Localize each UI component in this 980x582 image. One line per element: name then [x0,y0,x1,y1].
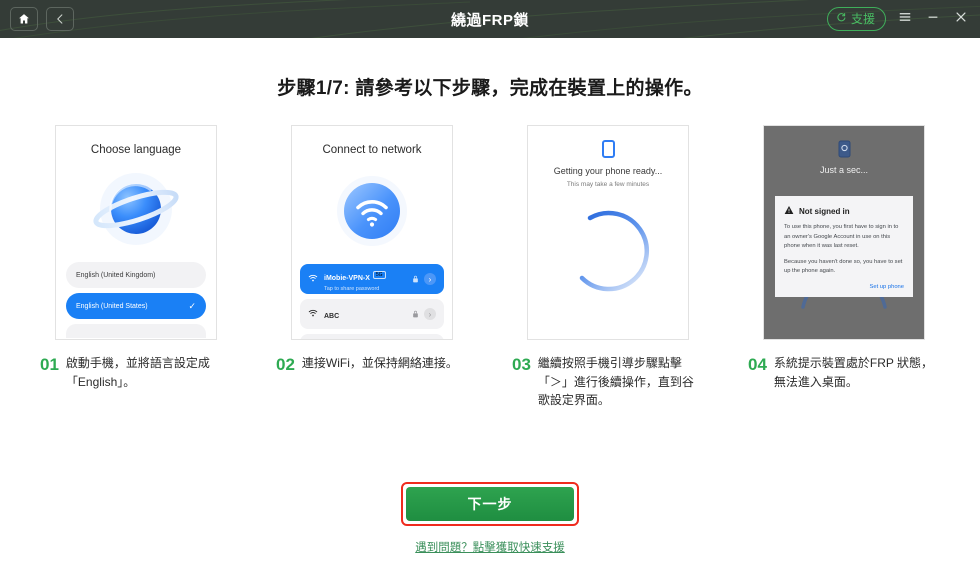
phone-lock-icon [764,140,924,158]
minimize-icon [926,10,940,29]
lock-icon [412,305,419,323]
step-captions-row: 01 啟動手機，並將語言設定成「English」。 02 連接WiFi，並保持網… [0,354,980,410]
card-getting-ready: Getting your phone ready... This may tak… [527,125,689,340]
quick-support-link[interactable]: 遇到問題？點擊獲取快速支援 [415,539,565,555]
language-option-selected[interactable]: English (United States) ✓ [66,293,206,319]
nav-button-group [10,7,74,31]
card-title: Choose language [90,144,182,156]
step-caption-3: 03 繼續按照手機引導步驟點擊「＞」進行後續操作，直到谷歌設定界面。 [512,354,704,410]
home-icon [18,13,30,25]
network-actions: › [412,270,436,288]
loading-spinner-icon [528,206,688,302]
next-button[interactable]: 下一步 [406,486,574,521]
card-title: Getting your phone ready... [553,166,663,176]
card-connect-network: Connect to network iMobie-VPN-X 5G Tap t… [291,125,453,340]
card-title: Just a sec... [819,165,869,175]
support-button[interactable]: 支援 [826,7,886,31]
dialog-paragraph-1: To use this phone, you first have to sig… [784,224,899,250]
check-icon: ✓ [188,300,196,311]
network-info: ABC [324,305,412,323]
card-subtitle: This may take a few minutes [566,181,650,188]
language-option-list: English (United Kingdom) English (United… [66,262,206,338]
step-cards-row: Choose language English (United Kingdom)… [0,125,980,340]
card-column-3: Getting your phone ready... This may tak… [512,125,704,340]
step-number: 03 [512,355,531,374]
menu-button[interactable] [896,10,914,28]
not-signed-in-dialog: Not signed in To use this phone, you fir… [775,196,913,297]
chevron-left-icon [54,13,66,25]
title-bar: 繞過FRP鎖 支援 [0,0,980,38]
network-subtitle: Tap to share password [324,285,380,292]
network-item-partial[interactable] [300,334,444,339]
step-number: 02 [276,355,295,374]
step-number: 04 [748,355,767,374]
lock-icon [412,270,419,288]
step-caption-1: 01 啟動手機，並將語言設定成「English」。 [40,354,232,410]
refresh-circle-icon [836,12,847,26]
chevron-right-icon[interactable]: › [424,273,436,285]
network-badge: 5G [372,271,386,280]
minimize-button[interactable] [924,10,942,28]
back-button[interactable] [46,7,74,31]
next-button-highlight: 下一步 [401,481,579,526]
dialog-paragraph-2: Because you haven't done so, you have to… [784,258,903,275]
card-column-2: Connect to network iMobie-VPN-X 5G Tap t… [276,125,468,340]
support-label: 支援 [850,12,875,26]
card-title: Connect to network [322,144,422,156]
network-list: iMobie-VPN-X5G Tap to share password › [300,264,444,339]
wifi-icon [308,305,318,323]
page-title: 步驟1/7: 請參考以下步驟，完成在裝置上的操作。 [277,78,703,99]
close-button[interactable] [952,10,970,28]
language-label: English (United Kingdom) [76,271,156,279]
language-option[interactable]: English (United Kingdom) [66,262,206,288]
dialog-header: Not signed in [784,205,904,217]
language-label: English (United States) [76,302,148,310]
hamburger-menu-icon [898,10,912,29]
wifi-circle-icon [292,172,452,250]
network-item[interactable]: ABC › [300,299,444,329]
language-option-partial[interactable] [66,324,206,338]
close-icon [954,10,968,29]
step-text: 連接WiFi，並保持網絡連接。 [301,356,458,370]
dialog-title: Not signed in [799,206,850,216]
network-name-row: iMobie-VPN-X 5G [324,267,412,285]
card-column-4: Just a sec... Not signed in To use this … [748,125,940,340]
card-choose-language: Choose language English (United Kingdom)… [55,125,217,340]
card-not-signed-in: Just a sec... Not signed in To use this … [763,125,925,340]
chevron-right-icon[interactable]: › [424,308,436,320]
step-text: 繼續按照手機引導步驟點擊「＞」進行後續操作，直到谷歌設定界面。 [537,356,694,408]
titlebar-right-controls: 支援 [826,0,970,38]
step-caption-4: 04 系統提示裝置處於FRP 狀態，無法進入桌面。 [748,354,940,410]
network-actions: › [412,305,436,323]
network-item-selected[interactable]: iMobie-VPN-X 5G Tap to share password › [300,264,444,294]
phone-icon [528,140,688,158]
globe-planet-icon [56,170,216,248]
set-up-phone-button[interactable]: Set up phone [784,284,905,290]
network-info: iMobie-VPN-X 5G Tap to share password [324,267,412,292]
step-text: 啟動手機，並將語言設定成「English」。 [65,356,210,389]
home-button[interactable] [10,7,38,31]
step-number: 01 [40,355,59,374]
warning-triangle-icon [784,205,794,217]
card-column-1: Choose language English (United Kingdom)… [40,125,232,340]
wifi-icon [308,270,318,288]
footer-actions: 下一步 遇到問題？點擊獲取快速支援 [0,481,980,555]
network-name: iMobie-VPN-X [324,274,370,282]
step-caption-2: 02 連接WiFi，並保持網絡連接。 [276,354,468,410]
network-name: ABC [324,313,340,320]
dialog-body: To use this phone, you first have to sig… [784,223,904,277]
step-text: 系統提示裝置處於FRP 狀態，無法進入桌面。 [773,356,934,389]
